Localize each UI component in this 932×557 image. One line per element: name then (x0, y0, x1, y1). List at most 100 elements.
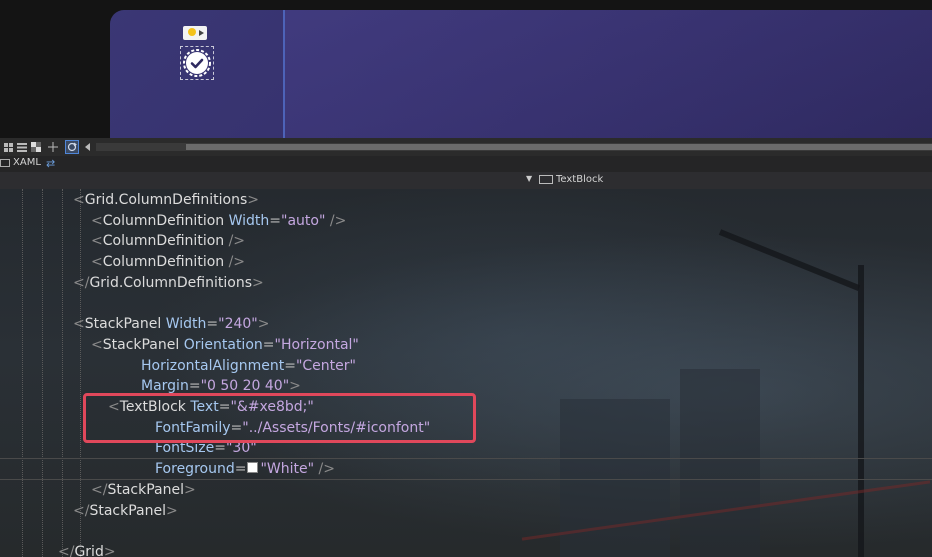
grid-view-glyph (3, 142, 13, 152)
scroll-left-glyph (85, 143, 90, 151)
tab-xaml[interactable]: XAML (0, 157, 41, 168)
code-token: "Center" (295, 357, 356, 374)
designer-surface (0, 0, 932, 140)
code-token: > (165, 502, 178, 519)
code-token: "Horizontal" (274, 336, 359, 353)
code-token: "auto" (281, 212, 326, 229)
element-selector[interactable]: TextBlock (539, 174, 603, 185)
xaml-code-editor[interactable]: <Grid.ColumnDefinitions> <ColumnDefinitio… (0, 189, 932, 557)
code-token: StackPanel (89, 502, 166, 519)
code-token: > (251, 274, 264, 291)
check-circle-icon[interactable] (180, 46, 214, 80)
code-line[interactable]: <ColumnDefinition Width="auto" /> (91, 212, 346, 230)
code-token: "0 50 20 40" (200, 378, 290, 395)
code-token: ColumnDefinition (102, 212, 229, 229)
code-token: </ (91, 481, 108, 498)
code-token: > (257, 316, 270, 333)
code-line[interactable]: </StackPanel> (91, 481, 196, 499)
code-token: = (234, 461, 247, 478)
background-lamp-arm (718, 229, 861, 291)
background-building (680, 369, 760, 557)
code-token: = (206, 316, 219, 333)
code-token: </ (73, 502, 90, 519)
code-token: Width (165, 316, 207, 333)
code-token: ColumnDefinition (102, 233, 229, 250)
expand-arrow-icon (199, 30, 204, 36)
code-token: StackPanel (107, 481, 184, 498)
scrollbar-thumb[interactable] (186, 144, 932, 150)
view-tabstrip: XAML ⇄ (0, 156, 932, 172)
code-line[interactable]: <StackPanel Orientation="Horizontal" (91, 336, 359, 354)
code-token: < (91, 233, 103, 250)
code-token: = (262, 336, 275, 353)
code-token: "White" (260, 461, 315, 478)
code-token: < (91, 212, 103, 229)
column-divider[interactable] (283, 10, 285, 138)
current-line-border (0, 458, 932, 459)
code-line[interactable]: </Grid> (58, 543, 116, 557)
background-building (560, 399, 670, 557)
code-token: </ (73, 274, 90, 291)
indent-guide (42, 189, 43, 557)
code-token: StackPanel (84, 316, 166, 333)
code-token: Grid.ColumnDefinitions (89, 274, 252, 291)
refresh-icon[interactable] (65, 140, 79, 154)
lightbulb-icon[interactable] (183, 26, 207, 40)
tab-xaml-label: XAML (13, 157, 41, 168)
bulb-shape (188, 28, 196, 36)
code-line[interactable]: <Grid.ColumnDefinitions> (73, 191, 259, 209)
code-line[interactable]: Foreground= "White" /> (155, 460, 335, 478)
swap-icon[interactable]: ⇄ (46, 157, 55, 170)
code-token: Width (228, 212, 270, 229)
crosshair-icon[interactable] (47, 141, 59, 153)
code-token: Grid.ColumnDefinitions (84, 192, 248, 208)
checker-icon[interactable] (30, 141, 42, 153)
code-token: Foreground (155, 461, 235, 478)
code-token: Margin (141, 378, 189, 395)
code-line[interactable]: <ColumnDefinition /> (91, 232, 245, 250)
code-token: /> (325, 212, 347, 229)
code-token: > (289, 378, 301, 395)
code-token: HorizontalAlignment (141, 357, 285, 374)
indent-guide (22, 189, 23, 557)
textblock-highlight-box (83, 393, 476, 443)
code-token: > (103, 543, 116, 557)
code-line[interactable]: HorizontalAlignment="Center" (141, 357, 356, 375)
code-token: < (73, 316, 85, 333)
code-line[interactable]: <StackPanel Width="240"> (73, 315, 269, 333)
code-line[interactable]: </Grid.ColumnDefinitions> (73, 274, 264, 292)
code-line[interactable]: <ColumnDefinition /> (91, 253, 245, 271)
code-token: = (269, 212, 282, 229)
code-token: /> (228, 254, 246, 271)
code-token: ColumnDefinition (102, 254, 229, 271)
code-token: > (183, 481, 196, 498)
checker-glyph (31, 142, 41, 152)
code-token: </ (58, 543, 75, 557)
code-token: StackPanel (102, 336, 184, 353)
refresh-glyph (67, 142, 77, 152)
list-view-glyph (17, 142, 27, 152)
code-token: /> (314, 461, 335, 478)
code-token: < (73, 192, 85, 208)
preview-right-column[interactable] (285, 10, 932, 138)
code-token: Grid (74, 543, 104, 557)
element-selector-bar: ▼ TextBlock (0, 172, 932, 189)
crosshair-glyph (48, 142, 58, 152)
scroll-left-icon[interactable] (82, 141, 94, 153)
code-line[interactable]: </StackPanel> (73, 502, 178, 520)
element-selector-label: TextBlock (556, 174, 604, 185)
textblock-element-icon (539, 175, 553, 184)
code-token: < (91, 254, 103, 271)
check-circle-graphic (183, 49, 211, 77)
code-token: "240" (218, 316, 258, 333)
list-view-icon[interactable] (16, 141, 28, 153)
xaml-tab-icon (0, 158, 10, 167)
code-token: < (91, 336, 103, 353)
code-token: > (247, 192, 259, 208)
grid-view-icon[interactable] (2, 141, 14, 153)
background-lamp-pole (858, 265, 864, 557)
dropdown-arrow-icon[interactable]: ▼ (526, 174, 532, 183)
code-token: = (188, 378, 201, 395)
code-token: /> (228, 233, 246, 250)
code-token: = (284, 357, 296, 374)
